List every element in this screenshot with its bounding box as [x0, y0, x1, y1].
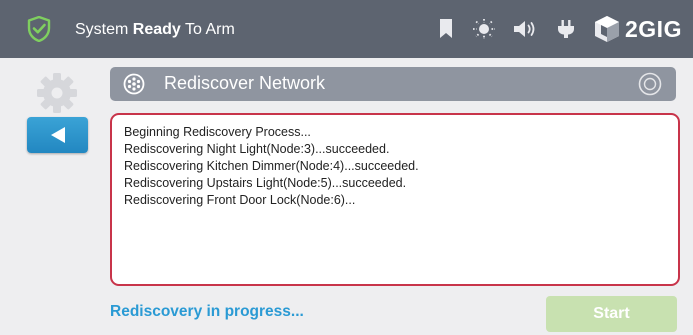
log-line: Rediscovering Kitchen Dimmer(Node:4)...s… [124, 159, 419, 173]
brightness-icon[interactable] [471, 18, 497, 40]
page-title: Rediscover Network [164, 73, 326, 93]
brand-logo: 2GIG [593, 13, 693, 45]
shield-check-icon[interactable] [27, 16, 51, 42]
status-bar: System Ready To Arm 2GIG [0, 0, 693, 58]
back-arrow-icon [50, 127, 65, 143]
bookmark-icon[interactable] [439, 18, 453, 40]
log-line: Rediscovering Front Door Lock(Node:6)... [124, 193, 356, 207]
volume-icon[interactable] [512, 18, 538, 40]
rediscover-network-header: Rediscover Network [110, 67, 676, 101]
network-icon [123, 73, 145, 95]
back-button[interactable] [27, 117, 88, 153]
2gig-cube-logo [595, 16, 619, 42]
log-line: Rediscovering Night Light(Node:3)...succ… [124, 142, 390, 156]
arm-status-text: System Ready To Arm [75, 21, 235, 38]
log-line: Beginning Rediscovery Process... [124, 125, 311, 139]
brand-name: 2GIG [625, 15, 682, 42]
power-plug-icon[interactable] [556, 18, 576, 40]
progress-status-text: Rediscovery in progress... [110, 303, 304, 320]
start-button[interactable]: Start [546, 296, 677, 332]
ring-icon[interactable] [638, 72, 662, 96]
log-line: Rediscovering Upstairs Light(Node:5)...s… [124, 176, 407, 190]
rediscovery-log: Beginning Rediscovery Process... Redisco… [110, 113, 680, 286]
gear-icon[interactable] [33, 69, 81, 117]
